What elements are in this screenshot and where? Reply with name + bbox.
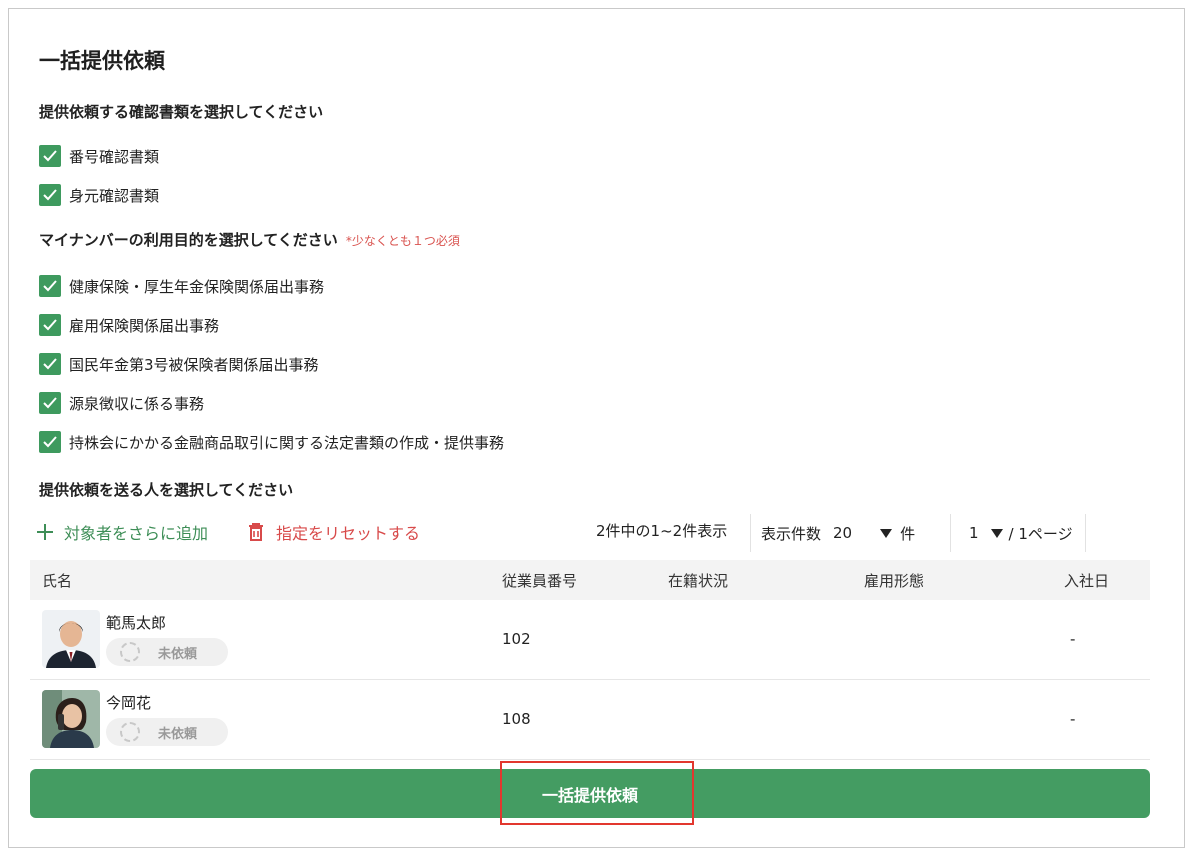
- employee-no-cell: 102: [502, 630, 531, 648]
- checkbox-checked-icon[interactable]: [39, 392, 61, 414]
- checkbox-label: 身元確認書類: [69, 186, 160, 205]
- recipient-toolbar: 対象者をさらに追加 指定をリセットする 2件中の1~2件表示 表示件数 20 件…: [30, 514, 1150, 552]
- join-date-cell: -: [1070, 630, 1076, 648]
- checkbox-checked-icon[interactable]: [39, 353, 61, 375]
- checkbox-checked-icon[interactable]: [39, 431, 61, 453]
- checkbox-label: 雇用保険関係届出事務: [69, 316, 220, 335]
- employee-no-cell: 108: [502, 710, 531, 728]
- per-page-label: 表示件数: [761, 524, 822, 543]
- checkbox-checked-icon[interactable]: [39, 314, 61, 336]
- status-badge: 未依頼: [106, 718, 228, 746]
- status-badge-label: 未依頼: [158, 646, 198, 662]
- join-date-cell: -: [1070, 710, 1076, 728]
- page-title: 一括提供依頼: [39, 49, 165, 73]
- plus-icon: [36, 523, 54, 541]
- status-badge: 未依頼: [106, 638, 228, 666]
- checkbox-label: 番号確認書類: [69, 147, 160, 166]
- table-header: 氏名 従業員番号 在籍状況 雇用形態 入社日: [30, 560, 1150, 600]
- chevron-down-icon[interactable]: [880, 528, 893, 538]
- purpose-section-heading: マイナンバーの利用目的を選択してください *少なくとも１つ必須: [39, 229, 460, 250]
- document-section-heading: 提供依頼する確認書類を選択してください: [39, 103, 324, 121]
- page-selector[interactable]: 1 / 1ページ: [950, 514, 1086, 552]
- header-name: 氏名: [42, 572, 73, 590]
- header-status: 在籍状況: [668, 572, 729, 590]
- checkbox-checked-icon[interactable]: [39, 275, 61, 297]
- header-employment-type: 雇用形態: [864, 572, 925, 590]
- status-badge-label: 未依頼: [158, 726, 198, 742]
- checkbox-identity-document[interactable]: 身元確認書類: [39, 182, 159, 208]
- checkbox-checked-icon[interactable]: [39, 145, 61, 167]
- table-row[interactable]: 今岡花 未依頼 108 -: [30, 680, 1150, 760]
- header-join-date: 入社日: [1064, 572, 1110, 590]
- checkbox-health-pension[interactable]: 健康保険・厚生年金保険関係届出事務: [39, 273, 324, 299]
- add-recipient-button[interactable]: 対象者をさらに追加: [36, 520, 208, 544]
- page-total: / 1ページ: [1008, 524, 1073, 543]
- checkbox-checked-icon[interactable]: [39, 184, 61, 206]
- required-note: *少なくとも１つ必須: [345, 234, 460, 248]
- checkbox-stock-ownership[interactable]: 持株会にかかる金融商品取引に関する法定書類の作成・提供事務: [39, 429, 504, 455]
- person-name: 範馬太郎: [106, 614, 167, 632]
- checkbox-number-document[interactable]: 番号確認書類: [39, 143, 159, 169]
- header-employee-no: 従業員番号: [502, 572, 578, 590]
- reset-selection-button[interactable]: 指定をリセットする: [248, 520, 420, 544]
- checkbox-label: 国民年金第3号被保険者関係届出事務: [69, 355, 319, 374]
- checkbox-national-pension[interactable]: 国民年金第3号被保険者関係届出事務: [39, 351, 319, 377]
- per-page-unit: 件: [900, 524, 916, 543]
- per-page-value[interactable]: 20: [833, 524, 852, 542]
- person-name: 今岡花: [106, 694, 152, 712]
- checkbox-label: 健康保険・厚生年金保険関係届出事務: [69, 277, 325, 296]
- chevron-down-icon[interactable]: [990, 528, 1003, 538]
- reset-selection-label: 指定をリセットする: [276, 524, 421, 543]
- pending-icon: [120, 642, 140, 662]
- trash-icon: [248, 523, 264, 541]
- recipients-section-heading: 提供依頼を送る人を選択してください: [39, 481, 294, 499]
- checkbox-employment-insurance[interactable]: 雇用保険関係届出事務: [39, 312, 219, 338]
- per-page-selector[interactable]: 表示件数 20 件: [750, 514, 915, 552]
- avatar: [42, 690, 100, 748]
- bulk-request-submit-button[interactable]: 一括提供依頼: [30, 769, 1150, 818]
- checkbox-label: 持株会にかかる金融商品取引に関する法定書類の作成・提供事務: [69, 433, 505, 452]
- table-row[interactable]: 範馬太郎 未依頼 102 -: [30, 600, 1150, 680]
- avatar: [42, 610, 100, 668]
- checkbox-withholding[interactable]: 源泉徴収に係る事務: [39, 390, 204, 416]
- result-count: 2件中の1~2件表示: [596, 522, 728, 540]
- pending-icon: [120, 722, 140, 742]
- page-value[interactable]: 1: [969, 524, 979, 542]
- purpose-heading-text: マイナンバーの利用目的を選択してください: [39, 231, 338, 249]
- checkbox-label: 源泉徴収に係る事務: [69, 394, 205, 413]
- add-recipient-label: 対象者をさらに追加: [64, 524, 209, 543]
